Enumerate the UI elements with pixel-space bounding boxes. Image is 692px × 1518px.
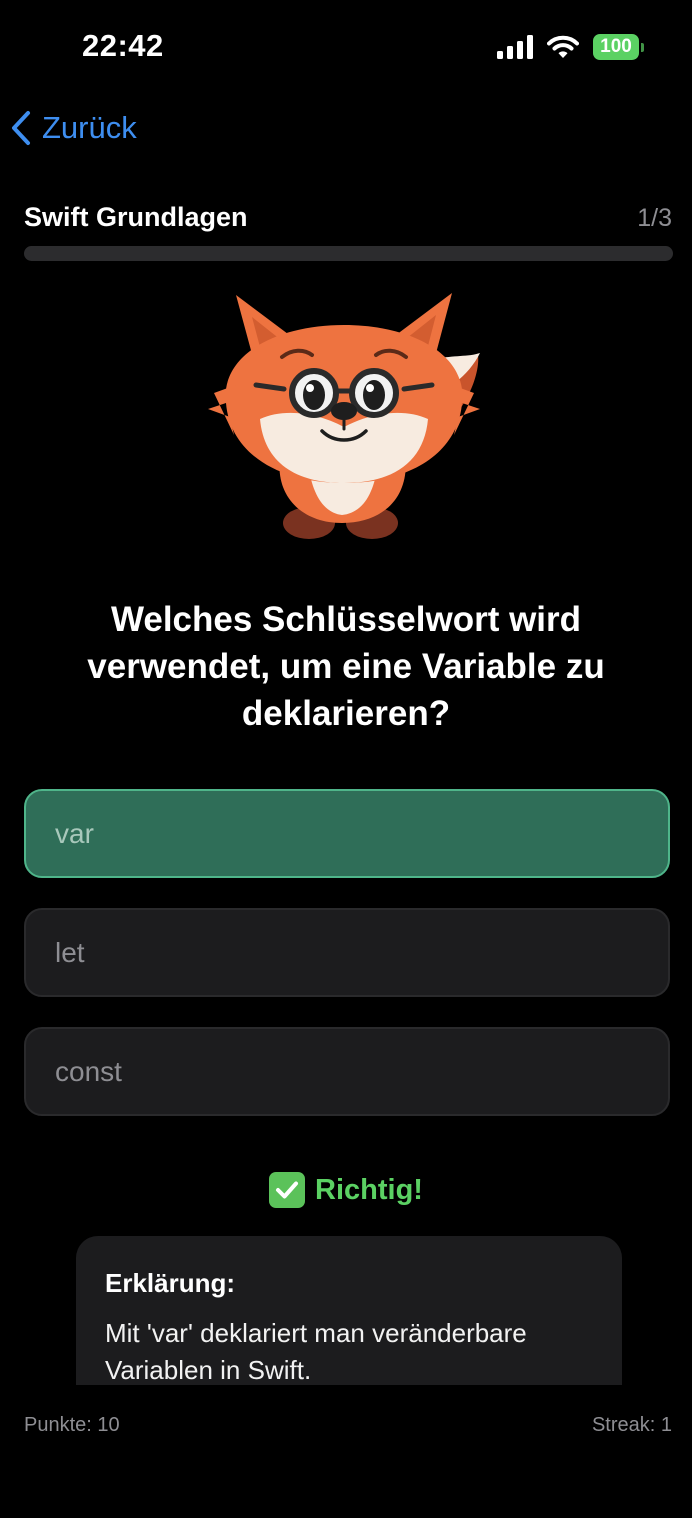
explanation-body: Mit 'var' deklariert man veränderbare Va… bbox=[105, 1318, 527, 1385]
explanation-card: Erklärung: Mit 'var' deklariert man verä… bbox=[76, 1236, 622, 1385]
feedback-text: Richtig! bbox=[315, 1173, 423, 1206]
battery-level: 100 bbox=[593, 34, 639, 60]
feedback-message: Richtig! bbox=[0, 1172, 692, 1208]
status-time: 22:42 bbox=[82, 28, 164, 63]
points-counter: Punkte: 10 bbox=[24, 1414, 120, 1436]
wifi-icon bbox=[547, 35, 579, 58]
answer-option-let[interactable]: let bbox=[24, 908, 670, 997]
quiz-title: Swift Grundlagen bbox=[24, 202, 248, 232]
progress-bar bbox=[24, 246, 673, 261]
streak-counter: Streak: 1 bbox=[591, 1414, 672, 1436]
question-text: Welches Schlüsselwort wird verwendet, um… bbox=[87, 600, 605, 733]
fox-mascot-icon bbox=[208, 293, 480, 539]
answer-option-var[interactable]: var bbox=[24, 789, 670, 878]
chevron-left-icon bbox=[12, 111, 30, 145]
back-label: Zurück bbox=[42, 110, 137, 145]
explanation-title: Erklärung: bbox=[105, 1268, 236, 1298]
status-icons: 100 bbox=[497, 34, 644, 60]
signal-icon bbox=[497, 35, 533, 59]
battery-cap bbox=[641, 42, 644, 52]
battery-icon: 100 bbox=[593, 34, 644, 60]
check-mark-icon bbox=[269, 1172, 306, 1208]
answer-option-const[interactable]: const bbox=[24, 1027, 670, 1116]
back-button[interactable]: Zurück bbox=[10, 110, 137, 146]
quiz-progress-count: 1/3 bbox=[637, 204, 672, 232]
